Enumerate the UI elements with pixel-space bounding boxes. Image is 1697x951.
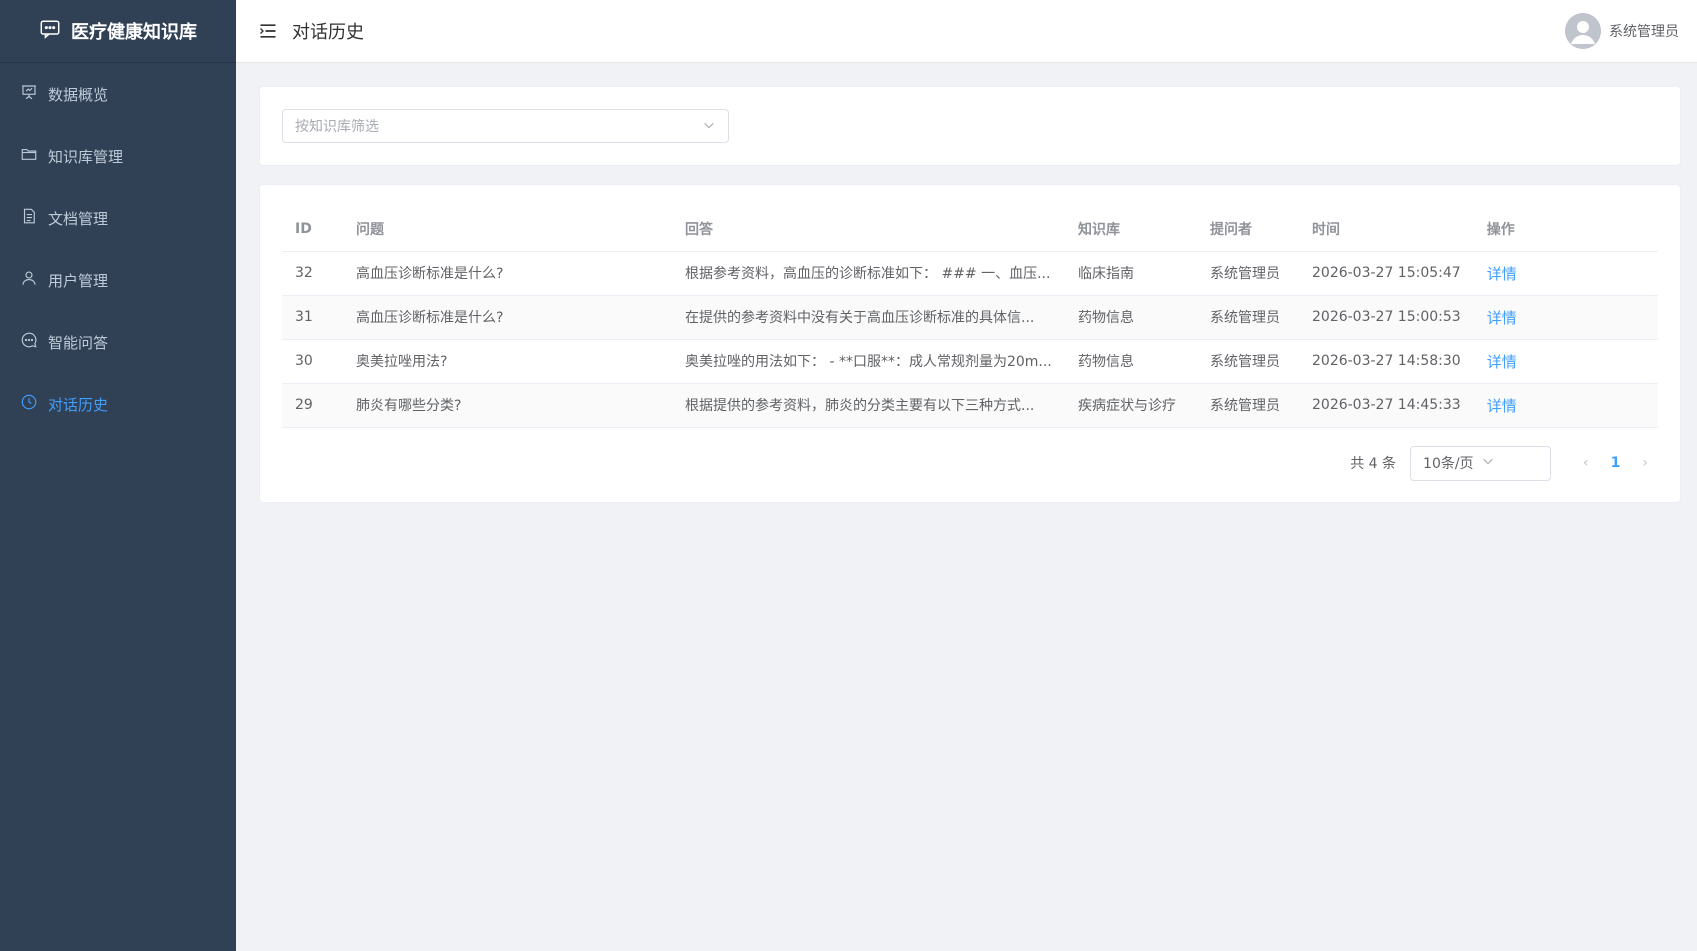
- table-row: 31 高血压诊断标准是什么? 在提供的参考资料中没有关于高血压诊断标准的具体信.…: [282, 295, 1658, 340]
- column-header-asker: 提问者: [1197, 207, 1299, 252]
- pagination: 共 4 条 10条/页 ‹ 1 ›: [282, 445, 1658, 481]
- app-root: 医疗健康知识库 数据概览 知识库管理 文档管理 用户管理 智能问答 对话历史 对…: [0, 0, 1697, 951]
- cell-asker: 系统管理员: [1197, 383, 1299, 428]
- column-header-answer: 回答: [672, 207, 1065, 252]
- cell-actions: 详情: [1473, 295, 1658, 340]
- avatar[interactable]: [1565, 13, 1601, 49]
- pager: ‹ 1 ›: [1583, 455, 1648, 471]
- topbar: 对话历史 系统管理员: [236, 0, 1697, 63]
- folder-icon: [20, 145, 38, 167]
- sidebar-menu: 数据概览 知识库管理 文档管理 用户管理 智能问答 对话历史: [0, 63, 236, 435]
- cell-actions: 详情: [1473, 383, 1658, 428]
- select-placeholder: 按知识库筛选: [295, 119, 379, 135]
- cell-actions: 详情: [1473, 251, 1658, 296]
- presentation-chart-icon: [20, 83, 38, 105]
- page-size-select[interactable]: 10条/页: [1410, 445, 1552, 481]
- brand-title: 医疗健康知识库: [71, 22, 197, 43]
- column-header-actions: 操作: [1473, 207, 1658, 252]
- sidebar-item-documents[interactable]: 文档管理: [0, 187, 236, 249]
- details-link[interactable]: 详情: [1487, 309, 1517, 327]
- cell-question: 肺炎有哪些分类?: [343, 383, 672, 428]
- clock-icon: [20, 393, 38, 415]
- page-title: 对话历史: [292, 22, 364, 43]
- history-table: ID 问题 回答 知识库 提问者 时间 操作 32 高血压诊断标准是什么? 根据…: [282, 207, 1658, 428]
- cell-knowledge-base: 疾病症状与诊疗: [1065, 383, 1197, 428]
- username[interactable]: 系统管理员: [1609, 21, 1679, 41]
- chat-logo-icon: [39, 18, 61, 45]
- column-header-question: 问题: [343, 207, 672, 252]
- cell-asker: 系统管理员: [1197, 339, 1299, 384]
- column-header-id: ID: [282, 207, 343, 252]
- prev-page-button[interactable]: ‹: [1583, 455, 1589, 471]
- table-header-row: ID 问题 回答 知识库 提问者 时间 操作: [282, 207, 1658, 252]
- brand: 医疗健康知识库: [0, 0, 236, 63]
- cell-time: 2026-03-27 14:45:33: [1299, 383, 1474, 428]
- cell-question: 高血压诊断标准是什么?: [343, 295, 672, 340]
- sidebar-item-label: 用户管理: [48, 271, 109, 290]
- table-row: 29 肺炎有哪些分类? 根据提供的参考资料，肺炎的分类主要有以下三种方式... …: [282, 383, 1658, 428]
- table-row: 32 高血压诊断标准是什么? 根据参考资料，高血压的诊断标准如下： ### 一、…: [282, 251, 1658, 296]
- document-icon: [20, 207, 38, 229]
- history-table-card: ID 问题 回答 知识库 提问者 时间 操作 32 高血压诊断标准是什么? 根据…: [259, 184, 1681, 503]
- cell-time: 2026-03-27 15:00:53: [1299, 295, 1474, 340]
- main-area: 对话历史 系统管理员 按知识库筛选 ID 问题 回答 知识库 提问者 时间 操作…: [236, 0, 1697, 951]
- cell-actions: 详情: [1473, 339, 1658, 384]
- cell-knowledge-base: 药物信息: [1065, 295, 1197, 340]
- chevron-down-icon: [1481, 454, 1539, 472]
- sidebar-item-smart-qa[interactable]: 智能问答: [0, 311, 236, 373]
- details-link[interactable]: 详情: [1487, 353, 1517, 371]
- cell-id: 32: [282, 251, 343, 296]
- sidebar-item-dashboard[interactable]: 数据概览: [0, 63, 236, 125]
- user-menu[interactable]: 系统管理员: [1565, 13, 1679, 49]
- table-row: 30 奥美拉唑用法? 奥美拉唑的用法如下： - **口服**：成人常规剂量为20…: [282, 339, 1658, 384]
- chevron-down-icon: [702, 117, 716, 136]
- content: 按知识库筛选 ID 问题 回答 知识库 提问者 时间 操作 32 高血压诊断标准…: [236, 63, 1697, 503]
- page-number-current[interactable]: 1: [1611, 455, 1621, 471]
- cell-answer: 奥美拉唑的用法如下： - **口服**：成人常规剂量为20m...: [672, 339, 1065, 384]
- sidebar-item-users[interactable]: 用户管理: [0, 249, 236, 311]
- next-page-button[interactable]: ›: [1642, 455, 1648, 471]
- sidebar-item-label: 智能问答: [48, 333, 109, 352]
- total-count: 共 4 条: [1350, 456, 1397, 472]
- cell-answer: 在提供的参考资料中没有关于高血压诊断标准的具体信...: [672, 295, 1065, 340]
- sidebar-item-label: 文档管理: [48, 209, 109, 228]
- sidebar-item-knowledge-base[interactable]: 知识库管理: [0, 125, 236, 187]
- cell-knowledge-base: 药物信息: [1065, 339, 1197, 384]
- cell-answer: 根据参考资料，高血压的诊断标准如下： ### 一、血压...: [672, 251, 1065, 296]
- sidebar-item-chat-history[interactable]: 对话历史: [0, 373, 236, 435]
- sidebar-item-label: 知识库管理: [48, 147, 124, 166]
- knowledge-base-filter-select[interactable]: 按知识库筛选: [282, 109, 729, 143]
- cell-question: 奥美拉唑用法?: [343, 339, 672, 384]
- page-size-value: 10条/页: [1423, 456, 1474, 472]
- cell-answer: 根据提供的参考资料，肺炎的分类主要有以下三种方式...: [672, 383, 1065, 428]
- cell-knowledge-base: 临床指南: [1065, 251, 1197, 296]
- sidebar: 医疗健康知识库 数据概览 知识库管理 文档管理 用户管理 智能问答 对话历史: [0, 0, 236, 951]
- chat-bubble-icon: [20, 331, 38, 353]
- sidebar-item-label: 对话历史: [48, 395, 109, 414]
- cell-time: 2026-03-27 14:58:30: [1299, 339, 1474, 384]
- cell-id: 30: [282, 339, 343, 384]
- menu-fold-icon[interactable]: [258, 21, 278, 41]
- cell-id: 29: [282, 383, 343, 428]
- filter-card: 按知识库筛选: [259, 86, 1681, 166]
- details-link[interactable]: 详情: [1487, 265, 1517, 283]
- cell-asker: 系统管理员: [1197, 251, 1299, 296]
- cell-time: 2026-03-27 15:05:47: [1299, 251, 1474, 296]
- sidebar-item-label: 数据概览: [48, 85, 109, 104]
- cell-question: 高血压诊断标准是什么?: [343, 251, 672, 296]
- column-header-knowledge-base: 知识库: [1065, 207, 1197, 252]
- cell-asker: 系统管理员: [1197, 295, 1299, 340]
- details-link[interactable]: 详情: [1487, 397, 1517, 415]
- column-header-time: 时间: [1299, 207, 1474, 252]
- user-icon: [20, 269, 38, 291]
- cell-id: 31: [282, 295, 343, 340]
